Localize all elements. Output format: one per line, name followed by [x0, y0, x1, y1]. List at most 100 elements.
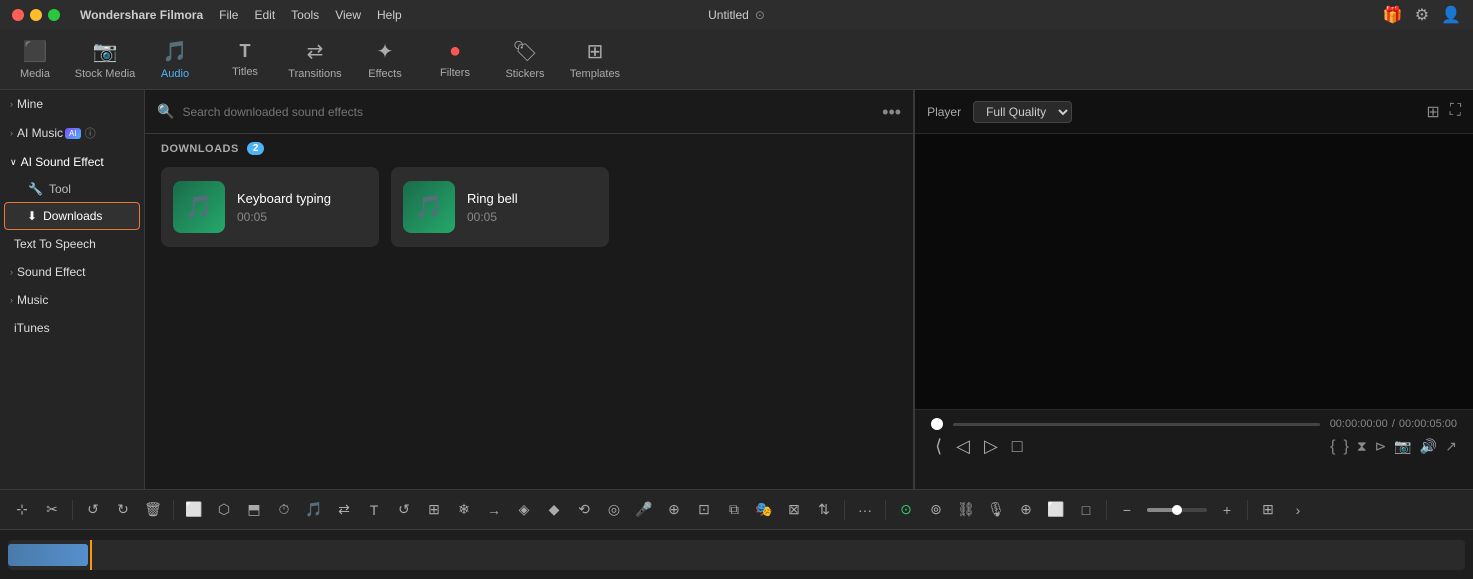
keyframe-button[interactable]: ◆	[540, 496, 568, 524]
mic-button[interactable]: 🎤	[630, 496, 658, 524]
grid-view-icon[interactable]: ⊞	[1426, 102, 1439, 122]
undo-button[interactable]: ↺	[79, 496, 107, 524]
speed-button[interactable]: ⏱	[270, 496, 298, 524]
zoom-in-button[interactable]: +	[1213, 496, 1241, 524]
razor-button[interactable]: ✂	[38, 496, 66, 524]
sidebar-item-ai-sound-effect[interactable]: ∨ AI Sound Effect	[0, 148, 144, 176]
mosaic-button[interactable]: ⊠	[780, 496, 808, 524]
stabilize-button[interactable]: ⟲	[570, 496, 598, 524]
progress-handle[interactable]	[931, 418, 943, 430]
more-options-button[interactable]: •••	[882, 103, 901, 121]
more-tools-button[interactable]: ···	[851, 496, 879, 524]
audio-card-ring-bell[interactable]: 🎵 Ring bell 00:05	[391, 167, 609, 247]
gift-icon[interactable]: 🎁	[1383, 5, 1403, 25]
quality-select[interactable]: Full Quality 1/2 Quality 1/4 Quality	[973, 101, 1072, 123]
link-button[interactable]: ⛓	[952, 496, 980, 524]
account-icon[interactable]: 👤	[1441, 5, 1461, 25]
progress-track[interactable]	[953, 423, 1320, 426]
toolbar-titles[interactable]: T Titles	[210, 30, 280, 90]
clip-icon[interactable]: ⧗	[1357, 438, 1367, 455]
sidebar-item-ai-music[interactable]: › AI Music AI ⓘ	[0, 118, 144, 148]
search-bar: 🔍 •••	[145, 90, 913, 134]
menu-help[interactable]: Help	[377, 8, 402, 22]
maximize-button[interactable]	[48, 9, 60, 21]
toolbar-stickers[interactable]: 🏷 Stickers	[490, 30, 560, 90]
snap-button[interactable]: ⊙	[892, 496, 920, 524]
delete-button[interactable]: 🗑	[139, 496, 167, 524]
pip-button[interactable]: ⧉	[720, 496, 748, 524]
zoom-handle[interactable]	[1172, 505, 1182, 515]
zoom-fit-button[interactable]: ⊞	[420, 496, 448, 524]
menu-tools[interactable]: Tools	[291, 8, 319, 22]
track-add-button[interactable]: ⊕	[1012, 496, 1040, 524]
detach-audio-button[interactable]: ⊕	[660, 496, 688, 524]
redo-button[interactable]: ↻	[109, 496, 137, 524]
stop-button[interactable]: □	[1008, 436, 1027, 457]
export-icon[interactable]: ⊳	[1375, 438, 1387, 455]
menu-view[interactable]: View	[335, 8, 361, 22]
sidebar-item-tool[interactable]: 🔧 Tool	[0, 176, 144, 202]
layout-button[interactable]: ⊞	[1254, 496, 1282, 524]
timeline-track[interactable]	[8, 540, 1465, 570]
settings-icon[interactable]: ⚙	[1415, 5, 1429, 25]
audio-clip-button[interactable]: 🎵	[300, 496, 328, 524]
toolbar-stock-media[interactable]: 📷 Stock Media	[70, 30, 140, 90]
ai-badge: AI	[65, 128, 81, 139]
sidebar-item-text-to-speech[interactable]: Text To Speech	[0, 230, 144, 258]
zoom-slider[interactable]	[1147, 508, 1207, 512]
text-button[interactable]: T	[360, 496, 388, 524]
ripple-button[interactable]: ⊚	[922, 496, 950, 524]
toolbar-transitions[interactable]: ⇄ Transitions	[280, 30, 350, 90]
motion-button[interactable]: →	[480, 496, 508, 524]
scene-button[interactable]: □	[1072, 496, 1100, 524]
sidebar-item-music[interactable]: › Music	[0, 286, 144, 314]
play-reverse-button[interactable]: ◁	[952, 436, 974, 457]
subtitle-button[interactable]: ⬜	[1042, 496, 1070, 524]
time-divider: /	[1392, 418, 1395, 430]
volume-icon[interactable]: 🔊	[1420, 438, 1437, 455]
voice-button[interactable]: 🎙	[982, 496, 1010, 524]
minimize-button[interactable]	[30, 9, 42, 21]
in-point-icon[interactable]: {	[1330, 438, 1335, 456]
sidebar-item-sound-effect[interactable]: › Sound Effect	[0, 258, 144, 286]
sidebar-item-mine[interactable]: › Mine	[0, 90, 144, 118]
sidebar-item-itunes[interactable]: iTunes	[0, 314, 144, 342]
close-button[interactable]	[12, 9, 24, 21]
tool-select-button[interactable]: ⊹	[8, 496, 36, 524]
sidebar-music-label: Music	[17, 293, 48, 307]
screenshot-button[interactable]: 📷	[1394, 438, 1411, 455]
menu-edit[interactable]: Edit	[254, 8, 275, 22]
split-button[interactable]: ⬡	[210, 496, 238, 524]
transition-button[interactable]: ⇄	[330, 496, 358, 524]
play-button[interactable]: ▷	[980, 436, 1002, 457]
fullscreen-icon[interactable]: ⛶	[1450, 102, 1461, 122]
crop-button[interactable]: ⬜	[180, 496, 208, 524]
tool-icon: 🔧	[28, 182, 43, 196]
playhead[interactable]	[90, 540, 92, 570]
search-input[interactable]	[182, 105, 874, 119]
toolbar-audio[interactable]: 🎵 Audio	[140, 30, 210, 90]
expand-icon[interactable]: ↗	[1445, 438, 1457, 455]
collapse-button[interactable]: ›	[1284, 496, 1312, 524]
toolbar-templates[interactable]: ⊞ Templates	[560, 30, 630, 90]
step-back-button[interactable]: ⟨	[931, 436, 946, 457]
rotate-button[interactable]: ↺	[390, 496, 418, 524]
color-button[interactable]: ⬒	[240, 496, 268, 524]
info-icon: ⓘ	[85, 125, 96, 141]
sidebar-item-downloads[interactable]: ⬇ Downloads	[4, 202, 140, 230]
out-point-icon[interactable]: }	[1343, 438, 1348, 456]
mask-button[interactable]: ◈	[510, 496, 538, 524]
toolbar-media[interactable]: ⬛ Media	[0, 30, 70, 90]
toolbar-effects[interactable]: ✦ Effects	[350, 30, 420, 90]
chroma-key-button[interactable]: 🎭	[750, 496, 778, 524]
zoom-out-button[interactable]: −	[1113, 496, 1141, 524]
timeline-clip[interactable]	[8, 544, 88, 566]
scene-detect-button[interactable]: ⊡	[690, 496, 718, 524]
flip-button[interactable]: ⇅	[810, 496, 838, 524]
menu-file[interactable]: File	[219, 8, 238, 22]
toolbar-filters[interactable]: ● Filters	[420, 30, 490, 90]
chevron-right-icon: ›	[10, 128, 13, 138]
freeze-button[interactable]: ❄	[450, 496, 478, 524]
lens-button[interactable]: ◎	[600, 496, 628, 524]
audio-card-keyboard-typing[interactable]: 🎵 Keyboard typing 00:05	[161, 167, 379, 247]
